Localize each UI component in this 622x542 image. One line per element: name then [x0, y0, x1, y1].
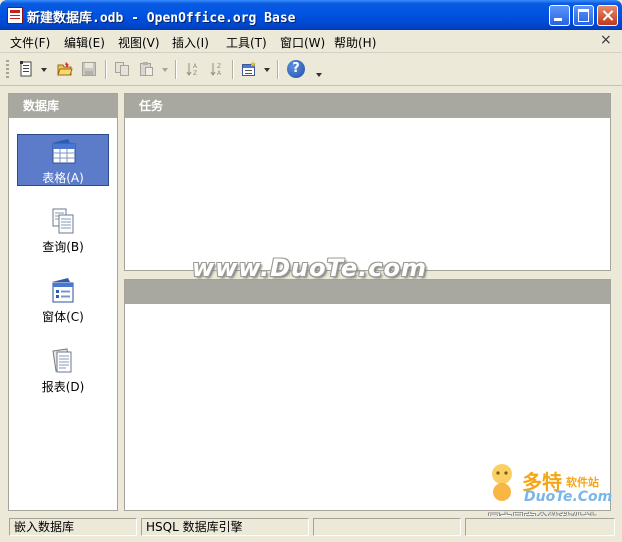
logo-subtitle: 软件站: [566, 476, 599, 489]
toolbar-overflow-arrow[interactable]: [316, 73, 322, 77]
copy-icon[interactable]: [114, 61, 130, 77]
database-panel: 数据库 表格(A) 查询(B) 窗体(C) 报表(D): [8, 93, 118, 511]
paste-icon[interactable]: [138, 61, 154, 77]
status-database-engine: HSQL 数据库引擎: [141, 518, 309, 536]
toolbar-grip[interactable]: [6, 60, 9, 79]
standard-toolbar: AZ ZA ?: [0, 53, 622, 86]
status-bar: 嵌入数据库 HSQL 数据库引擎: [0, 516, 622, 542]
sidebar-item-reports[interactable]: 报表(D): [17, 344, 109, 396]
database-panel-header: 数据库: [9, 94, 117, 119]
sidebar-item-tables[interactable]: 表格(A): [17, 134, 109, 186]
close-document-icon[interactable]: ×: [600, 32, 612, 48]
minimize-button[interactable]: [549, 5, 570, 26]
toolbar-separator: [105, 60, 107, 79]
svg-text:Z: Z: [193, 70, 197, 77]
form-wizard-icon[interactable]: [241, 61, 257, 77]
maximize-button[interactable]: [573, 5, 594, 26]
sidebar-item-forms[interactable]: 窗体(C): [17, 274, 109, 326]
close-button[interactable]: [597, 5, 618, 26]
menu-edit[interactable]: 编辑(E): [64, 34, 105, 51]
query-icon: [49, 208, 77, 234]
menu-help[interactable]: 帮助(H): [334, 34, 376, 51]
menu-bar: 文件(F) 编辑(E) 视图(V) 插入(I) 工具(T) 窗口(W) 帮助(H…: [0, 30, 622, 53]
sidebar-item-label: 查询(B): [42, 240, 84, 254]
toolbar-separator: [175, 60, 177, 79]
form-wizard-dropdown-arrow[interactable]: [264, 68, 270, 72]
mascot-icon: [488, 462, 516, 504]
menu-insert[interactable]: 插入(I): [172, 34, 209, 51]
menu-tools[interactable]: 工具(T): [226, 34, 267, 51]
tasks-panel-header: 任务: [125, 94, 610, 119]
window-title: 新建数据库.odb - OpenOffice.org Base: [27, 11, 296, 26]
sort-descending-icon[interactable]: ZA: [209, 61, 225, 77]
sidebar-item-label: 表格(A): [42, 171, 84, 185]
paste-dropdown-arrow[interactable]: [162, 68, 168, 72]
toolbar-separator: [277, 60, 279, 79]
form-icon: [49, 278, 77, 304]
save-icon[interactable]: [81, 61, 97, 77]
title-bar[interactable]: 新建数据库.odb - OpenOffice.org Base: [0, 0, 622, 30]
status-cell-empty: [313, 518, 461, 536]
new-document-icon[interactable]: [18, 61, 34, 77]
logo-english-text: DuoTe.Com: [524, 489, 613, 505]
sidebar-item-label: 报表(D): [41, 380, 85, 394]
sort-ascending-icon[interactable]: AZ: [185, 61, 201, 77]
sidebar-item-label: 窗体(C): [42, 310, 84, 324]
sidebar-item-queries[interactable]: 查询(B): [17, 204, 109, 256]
table-icon: [50, 139, 78, 165]
open-folder-icon[interactable]: [57, 61, 73, 77]
menu-window[interactable]: 窗口(W): [280, 34, 325, 51]
svg-text:A: A: [217, 70, 222, 77]
tasks-panel: 任务: [124, 93, 611, 271]
menu-file[interactable]: 文件(F): [10, 34, 50, 51]
svg-text:Z: Z: [217, 63, 221, 70]
openoffice-base-icon[interactable]: [7, 7, 23, 24]
status-database-type: 嵌入数据库: [9, 518, 137, 536]
new-dropdown-arrow[interactable]: [41, 68, 47, 72]
help-icon[interactable]: ?: [287, 60, 305, 78]
toolbar-separator: [232, 60, 234, 79]
status-cell-empty: [465, 518, 615, 536]
svg-text:A: A: [193, 63, 198, 70]
object-list-header: [125, 280, 610, 305]
menu-view[interactable]: 视图(V): [118, 34, 160, 51]
watermark-text: www.DuoTe.com: [192, 254, 427, 282]
report-icon: [49, 348, 77, 374]
